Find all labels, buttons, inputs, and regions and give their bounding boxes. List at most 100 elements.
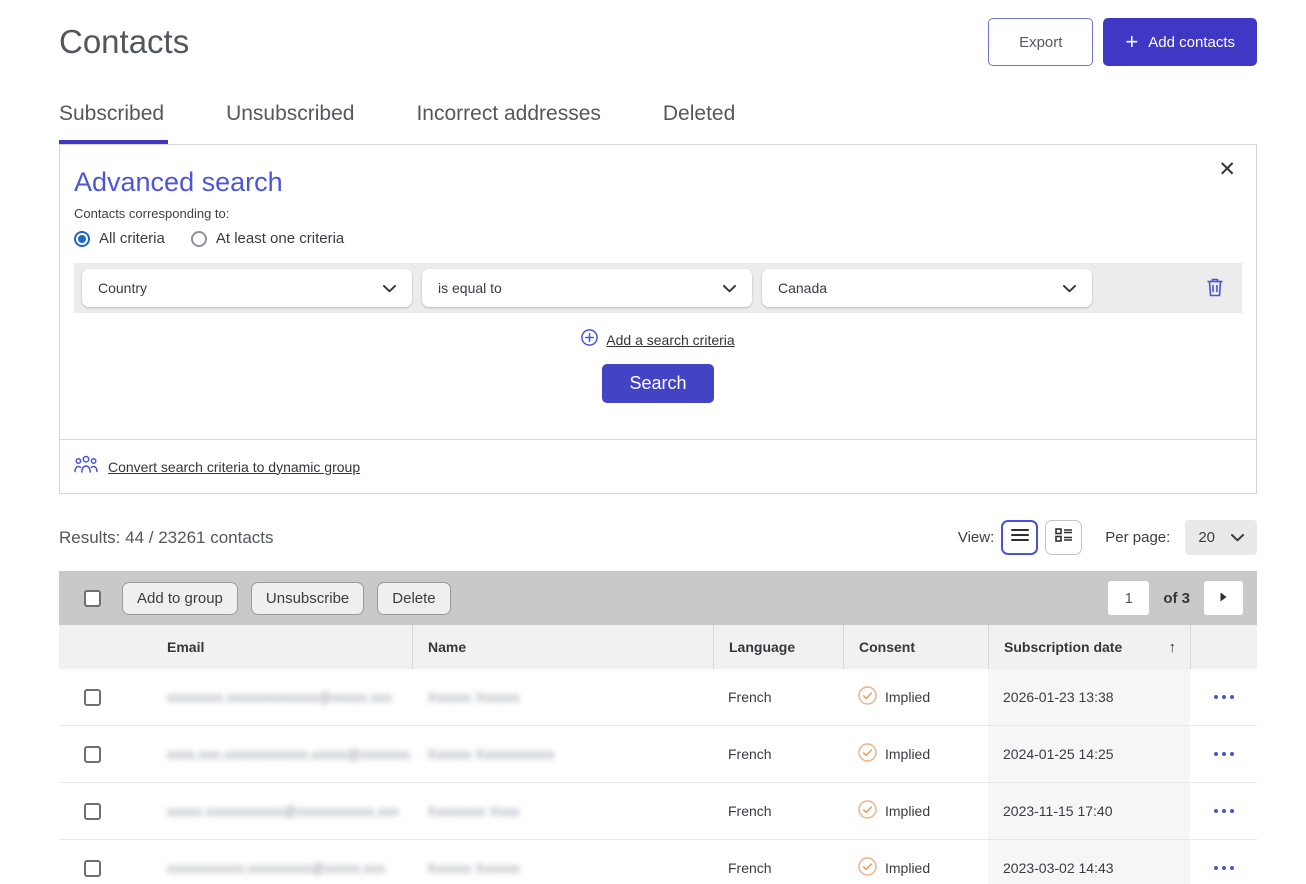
consent-cell: Implied [843,840,988,884]
page-title: Contacts [59,23,189,61]
delete-button[interactable]: Delete [377,582,450,615]
row-actions-button[interactable] [1190,752,1257,756]
delete-criteria-button[interactable] [1206,277,1224,300]
top-actions: Export + Add contacts [988,18,1257,66]
corresponding-label: Contacts corresponding to: [74,206,1242,221]
row-actions-button[interactable] [1190,695,1257,699]
results-count: Results: 44 / 23261 contacts [59,528,274,548]
row-checkbox[interactable] [84,860,101,877]
advanced-search-title: Advanced search [74,167,1242,198]
criteria-field-value: Country [98,280,147,296]
add-contacts-button[interactable]: + Add contacts [1103,18,1257,66]
caret-right-icon [1219,591,1228,606]
criteria-operator-select[interactable]: is equal to [422,269,752,307]
subscription-date-cell: 2026-01-23 13:38 [988,669,1190,725]
top-bar: Contacts Export + Add contacts [59,18,1257,66]
language-cell: French [713,783,843,839]
consent-label: Implied [885,746,930,762]
column-header-consent: Consent [843,625,988,669]
next-page-button[interactable] [1204,581,1243,615]
add-to-group-button[interactable]: Add to group [122,582,238,615]
radio-at-least-one-criteria[interactable]: At least one criteria [191,230,344,247]
name-redacted: Xxxxxx Xxxxxx [427,860,520,876]
plus-circle-icon [581,329,598,351]
radio-all-criteria[interactable]: All criteria [74,230,165,247]
people-group-icon [74,454,98,479]
export-button[interactable]: Export [988,18,1093,66]
contact-status-tabs: Subscribed Unsubscribed Incorrect addres… [59,102,1257,144]
email-redacted: xxxx.xxx.xxxxxxxxxxxx.xxxxx@xxxxxxx.xxx [167,746,412,762]
consent-label: Implied [885,803,930,819]
search-criteria-row: Country is equal to Canada [74,263,1242,313]
radio-all-criteria-label: All criteria [99,230,165,247]
row-checkbox[interactable] [84,746,101,763]
close-icon[interactable]: ✕ [1218,159,1236,180]
pagination: of 3 [1108,581,1243,615]
list-view-button[interactable] [1001,520,1038,555]
add-search-criteria-link[interactable]: Add a search criteria [606,332,734,348]
page-total-label: of 3 [1163,590,1190,607]
criteria-field-select[interactable]: Country [82,269,412,307]
arrow-up-icon[interactable]: ↑ [1169,639,1191,656]
consent-cell: Implied [843,669,988,725]
name-redacted: Xxxxxx Xxxxxxxxxxx [427,746,555,762]
tab-incorrect-addresses[interactable]: Incorrect addresses [416,102,600,144]
criteria-mode-radios: All criteria At least one criteria [74,230,1242,247]
chevron-down-icon [1231,529,1244,546]
table-row: xxxxxxxxxxx.xxxxxxxxx@xxxxx.xxx Xxxxxx X… [59,840,1257,884]
criteria-operator-value: is equal to [438,280,502,296]
check-circle-icon [858,743,877,765]
chevron-down-icon [383,280,396,296]
email-redacted: xxxxxxxxxxx.xxxxxxxxx@xxxxx.xxx [167,860,385,876]
language-cell: French [713,840,843,884]
column-header-subscription-date: Subscription date ↑ [988,625,1190,669]
per-page-select[interactable]: 20 [1185,520,1257,555]
header-checkbox-spacer [59,625,109,669]
results-bar: Results: 44 / 23261 contacts View: Per p… [59,520,1257,555]
row-actions-button[interactable] [1190,809,1257,813]
language-cell: French [713,669,843,725]
column-header-email: Email [109,625,412,669]
chevron-down-icon [723,280,736,296]
row-checkbox[interactable] [84,689,101,706]
table-row: xxxx.xxx.xxxxxxxxxxxx.xxxxx@xxxxxxx.xxx … [59,726,1257,783]
name-redacted: Xxxxxx Xxxxxx [427,689,520,705]
advanced-search-panel: ✕ Advanced search Contacts corresponding… [59,144,1257,494]
email-redacted: xxxxx.xxxxxxxxxxx@xxxxxxxxxxx.xxx [167,803,399,819]
column-header-language: Language [713,625,843,669]
column-header-name: Name [412,625,713,669]
name-redacted: Xxxxxxxx Xxxx [427,803,520,819]
contacts-table: Add to group Unsubscribe Delete of 3 Ema… [59,571,1257,884]
tab-deleted[interactable]: Deleted [663,102,735,144]
table-row: xxxxx.xxxxxxxxxxx@xxxxxxxxxxx.xxx Xxxxxx… [59,783,1257,840]
bulk-actions-toolbar: Add to group Unsubscribe Delete of 3 [59,571,1257,625]
card-view-icon [1055,528,1073,547]
subscription-date-cell: 2024-01-25 14:25 [988,726,1190,782]
unsubscribe-button[interactable]: Unsubscribe [251,582,364,615]
add-contacts-label: Add contacts [1148,34,1235,51]
convert-row: Convert search criteria to dynamic group [60,439,1256,493]
select-all-checkbox[interactable] [84,590,101,607]
chevron-down-icon [1063,280,1076,296]
row-checkbox[interactable] [84,803,101,820]
criteria-value: Canada [778,280,827,296]
view-controls: View: Per page: 20 [958,520,1257,555]
per-page-label: Per page: [1105,529,1170,546]
per-page-value: 20 [1198,529,1215,546]
criteria-value-select[interactable]: Canada [762,269,1092,307]
consent-cell: Implied [843,783,988,839]
trash-icon [1206,285,1224,300]
search-button[interactable]: Search [602,364,713,403]
convert-to-dynamic-group-link[interactable]: Convert search criteria to dynamic group [108,459,360,475]
radio-unselected-icon [191,231,207,247]
card-view-button[interactable] [1045,520,1082,555]
tab-unsubscribed[interactable]: Unsubscribed [226,102,354,144]
table-header-row: Email Name Language Consent Subscription… [59,625,1257,669]
tab-subscribed[interactable]: Subscribed [59,102,164,144]
consent-label: Implied [885,689,930,705]
page-number-input[interactable] [1108,581,1149,615]
row-actions-button[interactable] [1190,866,1257,870]
radio-selected-icon [74,231,90,247]
language-cell: French [713,726,843,782]
subscription-date-cell: 2023-11-15 17:40 [988,783,1190,839]
